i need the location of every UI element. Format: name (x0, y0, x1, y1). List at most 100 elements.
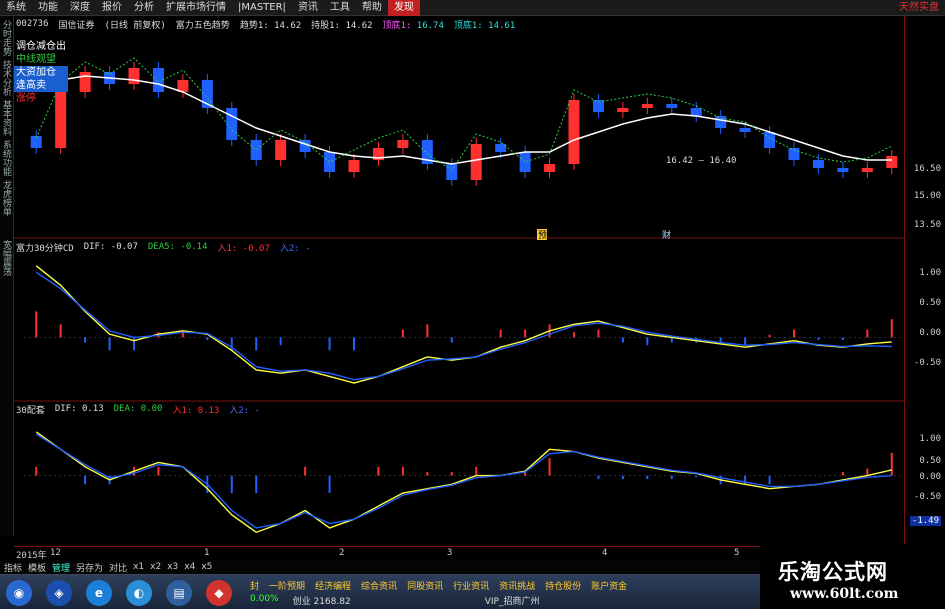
candle-body (128, 68, 140, 84)
menu-item-depth[interactable]: 深度 (64, 0, 96, 16)
ticker-item[interactable]: 一阶预期 (269, 579, 305, 592)
candle-body (886, 156, 898, 168)
p3-tick: 0.00 (919, 472, 941, 482)
index-label: 创业 (292, 597, 311, 607)
menu-item-master[interactable]: |MASTER| (232, 0, 292, 16)
candle-body (666, 104, 678, 108)
ticker-item[interactable]: 资讯挑战 (499, 579, 535, 592)
side-tab-range[interactable]: 宽幅震荡 (0, 240, 13, 276)
ticker-item[interactable]: 账户资金 (591, 579, 627, 592)
toolbar-x1-button[interactable]: x1 (133, 562, 144, 572)
index-percent: 0.00% (250, 594, 279, 604)
side-tab-intraday[interactable]: 分时走势 (0, 20, 13, 56)
candle-body (226, 108, 238, 140)
toolbar-x3-button[interactable]: x3 (167, 562, 178, 572)
candle-body (837, 168, 849, 172)
candle-body (690, 108, 702, 116)
panel3-in2-label: 入2: (229, 405, 250, 416)
toolbar-template-button[interactable]: 模板 (28, 561, 46, 574)
side-tab-fundamentals[interactable]: 基本资料 (0, 100, 13, 136)
ticker-item[interactable]: 行业资讯 (453, 579, 489, 592)
indicator-name: 富力五色趋势 (175, 20, 230, 31)
ticker-item[interactable]: 封 (250, 579, 259, 592)
menu-item-discover[interactable]: 发现 (387, 0, 420, 16)
candle-body (470, 144, 482, 180)
menu-item-tools[interactable]: 工具 (324, 0, 356, 16)
indicator-toolbar: 指标 模板 管理 另存为 对比 x1 x2 x3 x4 x5 (0, 560, 760, 574)
menu-item-system[interactable]: 系统 (0, 0, 32, 16)
os-taskbar: ◉ ◈ e ◐ ▤ ◆ 封 一阶预期 经济编程 综合资讯 同股资讯 行业资讯 资… (0, 574, 760, 609)
trading-app-icon[interactable]: ◆ (206, 580, 232, 606)
ticker-item[interactable]: 综合资讯 (361, 579, 397, 592)
series-line (35, 265, 892, 384)
candle-body (446, 164, 458, 180)
ticker-item[interactable]: 持仓股份 (545, 579, 581, 592)
menu-item-extended-market[interactable]: 扩展市场行情 (160, 0, 232, 16)
date-month: 12 (50, 548, 61, 558)
period-label: (日线 前复权) (104, 20, 166, 31)
toolbar-x4-button[interactable]: x4 (184, 562, 195, 572)
panel3-dif-label: DIF: (54, 404, 77, 414)
toolbar-manage-button[interactable]: 管理 (52, 561, 70, 574)
ticker-item[interactable]: 同股资讯 (407, 579, 443, 592)
top-label: 顶底1: (382, 20, 412, 31)
panel2-in2-value: - (305, 243, 311, 254)
p3-current-value: -1.49 (909, 516, 941, 526)
panel3-in1-value: 0.13 (197, 405, 220, 416)
chart-area[interactable]: 16.42 — 16.40 预 财 (14, 16, 904, 546)
ticker-item[interactable]: 经济编程 (315, 579, 351, 592)
range-annotation: 16.42 — 16.40 (666, 156, 736, 166)
panel3-dea-label: DEA: (113, 404, 136, 414)
panel3-dea-value: 0.00 (140, 404, 163, 414)
date-month: 1 (204, 548, 210, 558)
marker-fin: 财 (662, 229, 671, 241)
toolbar-indicator-button[interactable]: 指标 (4, 561, 22, 574)
toolbar-x2-button[interactable]: x2 (150, 562, 161, 572)
panel2-dif-label: DIF: (83, 242, 106, 252)
candle-body (495, 144, 507, 152)
panel2-header: 富力30分钟CD DIF: -0.07 DEA5: -0.14 入1: -0.0… (14, 240, 311, 254)
panel2-dea-label: DEA5: (147, 242, 175, 252)
toolbar-save-as-button[interactable]: 另存为 (76, 561, 103, 574)
candle-body (641, 104, 653, 108)
menu-item-news[interactable]: 资讯 (292, 0, 324, 16)
price-tick: 16.50 (913, 164, 941, 174)
menu-right-label[interactable]: 天然实盘 (899, 0, 939, 16)
side-tab-technical[interactable]: 技术分析 (0, 60, 13, 96)
toolbar-compare-button[interactable]: 对比 (109, 561, 127, 574)
series-line (35, 271, 892, 381)
menu-item-quote[interactable]: 报价 (96, 0, 128, 16)
candle-body (397, 140, 409, 148)
support-line (35, 57, 892, 171)
candle-body (348, 160, 360, 172)
start-icon[interactable]: ◉ (6, 580, 32, 606)
panel2-dif-value: -0.07 (110, 242, 138, 252)
panel3-title: 30配套 (16, 405, 45, 416)
news-ticker: 封 一阶预期 经济编程 综合资讯 同股资讯 行业资讯 资讯挑战 持仓股份 账户资… (250, 579, 627, 592)
qq-icon[interactable]: ◐ (126, 580, 152, 606)
app-icon[interactable]: ◈ (46, 580, 72, 606)
menu-item-function[interactable]: 功能 (32, 0, 64, 16)
folder-icon[interactable]: ▤ (166, 580, 192, 606)
side-tab-dragon-tiger[interactable]: 龙虎榜单 (0, 180, 13, 216)
index-row: 0.00% 创业 2168.82 VIP_招商广州 (250, 594, 539, 607)
trend-line (36, 75, 892, 165)
candle-body (250, 140, 262, 160)
legend-item: 调仓减仓出 (16, 41, 66, 52)
browser-icon[interactable]: e (86, 580, 112, 606)
panel2-in1-value: -0.07 (242, 243, 270, 254)
side-tab-system[interactable]: 系统功能 (0, 140, 13, 176)
vip-label: VIP_招商广州 (484, 597, 540, 607)
brand-url: www.60lt.com (790, 586, 899, 602)
stock-code: 002736 (16, 19, 49, 29)
toolbar-x5-button[interactable]: x5 (201, 562, 212, 572)
menu-item-help[interactable]: 帮助 (356, 0, 388, 16)
p3-tick: 0.50 (919, 456, 941, 466)
hold-value: 14.62 (345, 20, 373, 31)
price-tick: 15.00 (913, 191, 941, 201)
stock-name: 国信证券 (58, 20, 95, 31)
series-line (35, 433, 892, 529)
brand-title: 乐淘公式网 (778, 560, 888, 584)
trend-label: 趋势1: (239, 20, 269, 31)
menu-item-analysis[interactable]: 分析 (128, 0, 160, 16)
